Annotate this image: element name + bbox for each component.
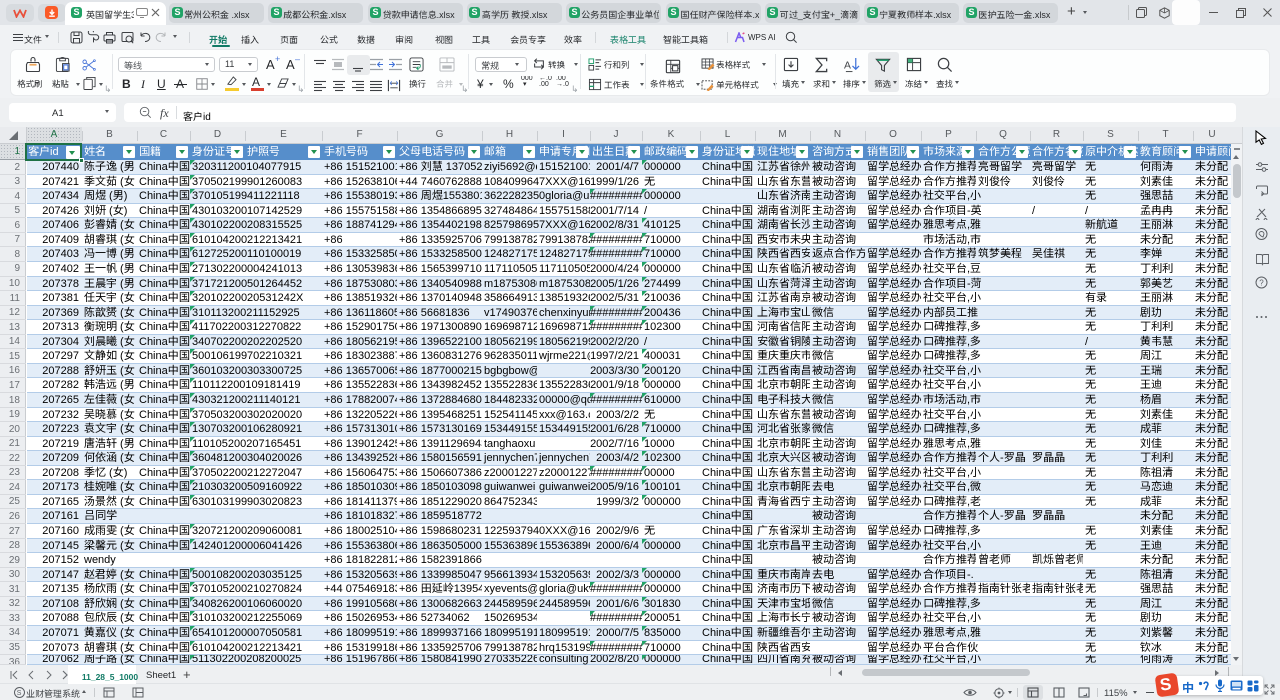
svg-text:?: ? (1259, 279, 1264, 288)
svg-text:S: S (17, 690, 22, 697)
svg-text:A: A (844, 60, 851, 71)
